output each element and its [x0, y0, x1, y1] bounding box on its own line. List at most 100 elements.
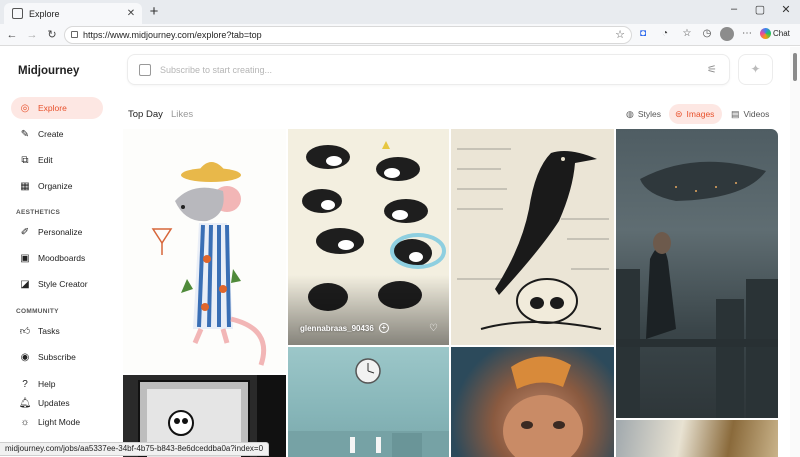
lock-icon	[71, 31, 78, 38]
thumbs-up-icon: 👍︎	[19, 326, 31, 337]
sidebar-item-organize[interactable]: ▦ Organize	[11, 175, 103, 197]
browser-tab-title: Explore	[29, 8, 60, 19]
sidebar-item-label: Light Mode	[38, 417, 81, 427]
sidebar-item-label: Organize	[38, 181, 73, 191]
author-username: glennabraas_90436	[300, 323, 374, 333]
midjourney-favicon-icon	[12, 8, 23, 19]
minimize-window-icon[interactable]: –	[722, 3, 746, 19]
favorites-icon[interactable]: ☆	[680, 27, 694, 41]
more-menu-icon[interactable]: ⋯	[740, 27, 754, 41]
chat-label: Chat	[773, 29, 790, 38]
film-icon: ▤	[731, 108, 740, 119]
filter-label: Images	[686, 109, 715, 119]
gallery-image-portrait[interactable]	[451, 347, 614, 457]
link-status-bar: midjourney.com/jobs/aa5337ee-34bf-4b75-b…	[0, 442, 270, 456]
reload-icon[interactable]: ↻	[44, 27, 60, 43]
follow-plus-icon[interactable]: +	[378, 323, 389, 333]
sun-icon: ☼	[20, 416, 30, 428]
gallery-image-city[interactable]	[616, 129, 778, 418]
sidebar-item-style-creator[interactable]: ◪ Style Creator	[11, 273, 103, 295]
extension-icon[interactable]: ◘	[636, 27, 650, 41]
generate-button[interactable]: ✦	[738, 54, 773, 85]
user-circle-icon: ◉	[20, 351, 30, 363]
browser-tab-strip: Explore ✕ + – ▢ ✕	[0, 0, 800, 24]
copilot-chat-button[interactable]: Chat	[760, 27, 796, 41]
filter-styles-button[interactable]: ◍ Styles	[620, 104, 669, 124]
moodboard-icon: ▣	[20, 252, 30, 264]
portrait-illustration	[503, 356, 583, 457]
palette-icon: ◍	[626, 108, 634, 119]
sidebar-item-label: Help	[38, 379, 56, 389]
palette-icon: ◪	[20, 278, 30, 290]
page-scrollbar[interactable]	[790, 47, 800, 457]
sidebar: Midjourney ◎ Explore ✎ Create ⧉ Edit ▦ O…	[0, 47, 112, 457]
profile-avatar[interactable]	[720, 27, 734, 41]
close-window-icon[interactable]: ✕	[774, 3, 798, 19]
section-heading-aesthetics: AESTHETICS	[16, 209, 61, 216]
help-icon: ?	[22, 378, 28, 390]
mouse-illustration	[151, 162, 267, 366]
sidebar-item-edit[interactable]: ⧉ Edit	[11, 149, 103, 171]
favorite-star-icon[interactable]: ☆	[615, 27, 625, 43]
gallery-image-crow[interactable]	[451, 129, 614, 345]
sidebar-item-create[interactable]: ✎ Create	[11, 123, 103, 145]
back-arrow-icon[interactable]: ←	[4, 27, 20, 43]
grid-icon: ▦	[20, 180, 30, 192]
sidebar-item-label: Personalize	[38, 227, 83, 237]
maximize-window-icon[interactable]: ▢	[748, 3, 772, 19]
edit-icon: ⧉	[21, 154, 29, 166]
sparkle-icon: ✦	[750, 62, 761, 76]
hover-gradient-overlay	[288, 275, 449, 345]
sidebar-item-personalize[interactable]: ✐ Personalize	[11, 221, 103, 243]
browser-essentials-icon[interactable]: ◔	[658, 27, 672, 41]
filter-label: Styles	[637, 109, 662, 119]
filter-images-button[interactable]: ⊜ Images	[669, 104, 723, 124]
tab-likes[interactable]: Likes	[171, 109, 193, 120]
teal-room-illustration	[288, 358, 449, 457]
close-tab-icon[interactable]: ✕	[124, 8, 138, 19]
compass-icon: ◎	[20, 102, 30, 114]
gallery-image-cats[interactable]: glennabraas_90436 + ♡	[288, 129, 449, 345]
gallery-image-mouse[interactable]	[123, 129, 286, 373]
copilot-icon	[760, 28, 771, 40]
sidebar-item-label: Explore	[38, 103, 67, 113]
sidebar-item-light-mode[interactable]: ☼ Light Mode	[11, 411, 103, 433]
browser-tab[interactable]: Explore ✕	[4, 3, 142, 24]
forward-arrow-icon[interactable]: →	[24, 27, 40, 43]
address-bar[interactable]: https://www.midjourney.com/explore?tab=t…	[64, 26, 632, 44]
sidebar-item-label: Tasks	[38, 326, 60, 336]
filter-label: Videos	[743, 109, 770, 119]
brand-logo-text[interactable]: Midjourney	[18, 65, 79, 77]
tab-top-day[interactable]: Top Day	[128, 109, 163, 120]
section-heading-community: COMMUNITY	[16, 308, 59, 315]
prompt-input[interactable]	[160, 62, 680, 78]
filter-videos-button[interactable]: ▤ Videos	[725, 104, 777, 124]
bell-icon: 🔔︎	[18, 397, 32, 409]
gallery-image-books[interactable]	[616, 420, 778, 457]
sidebar-item-label: Edit	[38, 155, 53, 165]
crow-engraving-illustration	[457, 148, 609, 330]
image-author-overlay[interactable]: glennabraas_90436 +	[300, 323, 389, 333]
sidebar-item-explore[interactable]: ◎ Explore	[11, 97, 103, 119]
sidebar-item-moodboards[interactable]: ▣ Moodboards	[11, 247, 103, 269]
gallery-image-teal-room[interactable]	[288, 347, 449, 457]
sidebar-item-label: Style Creator	[38, 279, 88, 289]
settings-sliders-icon[interactable]: ⚟	[707, 63, 720, 76]
prompt-bar: ⚟	[127, 54, 730, 85]
sidebar-item-label: Create	[38, 129, 64, 139]
sidebar-item-label: Updates	[38, 398, 70, 408]
sidebar-item-tasks[interactable]: 👍︎ Tasks	[11, 320, 103, 342]
add-image-icon[interactable]	[139, 64, 151, 76]
new-tab-button[interactable]: +	[146, 4, 162, 20]
sidebar-item-label: Subscribe	[38, 352, 76, 362]
sidebar-item-label: Moodboards	[38, 253, 86, 263]
sidebar-item-subscribe[interactable]: ◉ Subscribe	[11, 346, 103, 368]
scrollbar-thumb[interactable]	[793, 53, 797, 81]
history-icon[interactable]: ◷	[700, 27, 714, 41]
pencil-square-icon: ✐	[20, 226, 30, 238]
pencil-icon: ✎	[20, 128, 30, 140]
image-icon: ⊜	[675, 108, 683, 119]
address-bar-url: https://www.midjourney.com/explore?tab=t…	[83, 30, 262, 40]
city-scene-illustration	[616, 161, 778, 418]
like-heart-icon[interactable]: ♡	[429, 323, 438, 334]
